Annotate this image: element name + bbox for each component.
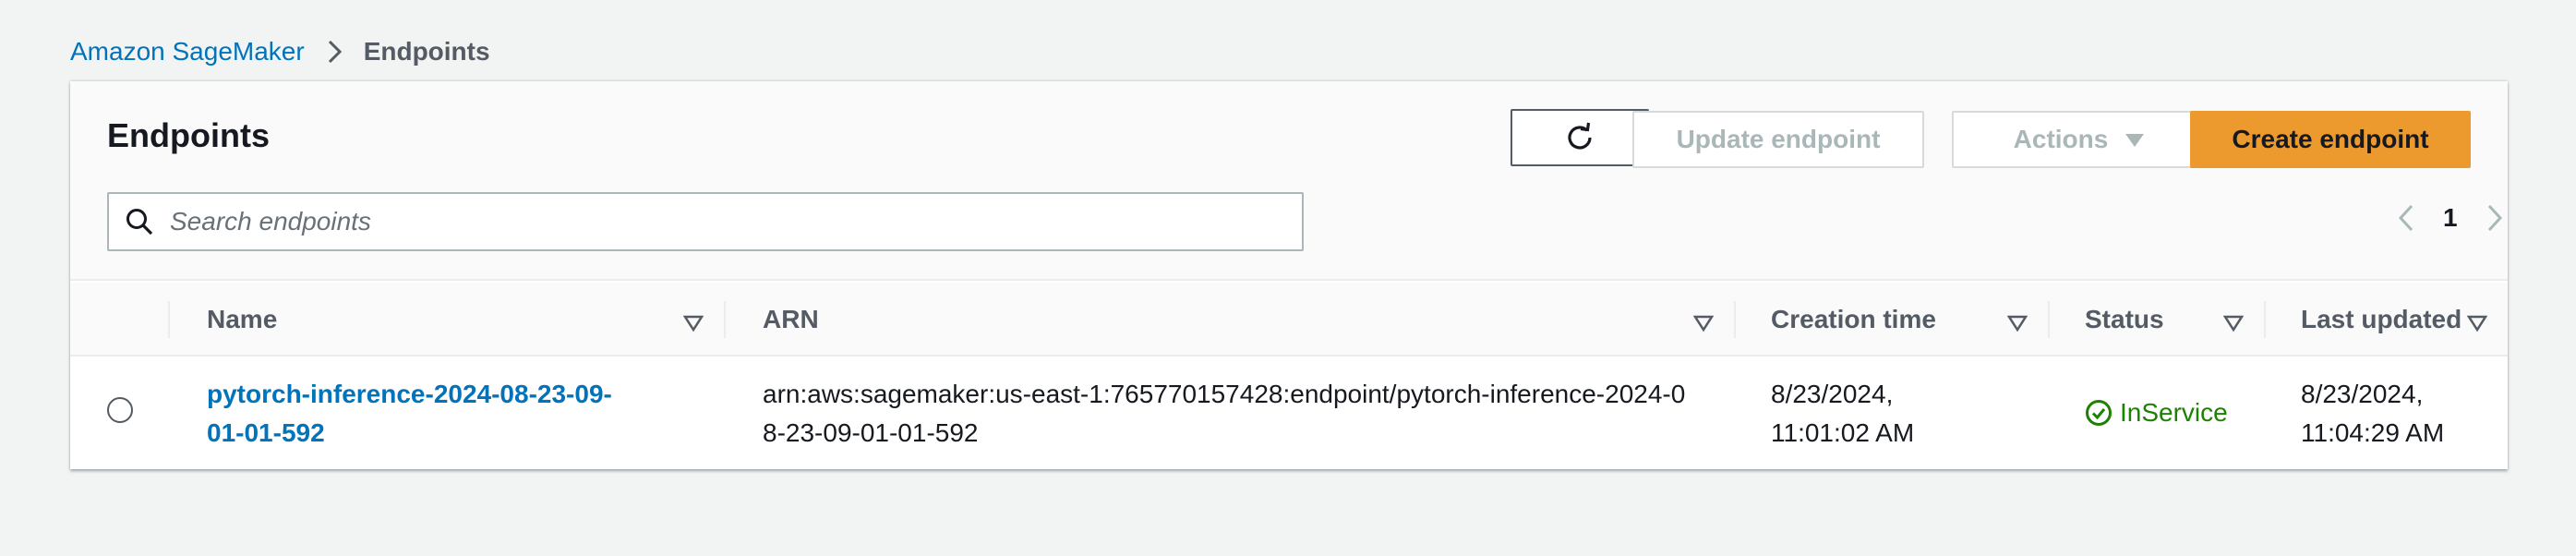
check-circle-icon	[2085, 399, 2113, 427]
table-row[interactable]: pytorch-inference-2024-08-23-09-01-01-59…	[70, 358, 2508, 469]
panel-header: Endpoints Update endpoint Actions Create…	[70, 81, 2508, 281]
column-header-name[interactable]: Name	[207, 283, 724, 357]
column-header-arn[interactable]: ARN	[692, 283, 1734, 357]
search-field[interactable]	[107, 192, 1304, 251]
breadcrumb: Amazon SageMaker Endpoints	[70, 37, 490, 66]
refresh-button[interactable]	[1511, 109, 1649, 166]
column-label: Last updated	[2301, 305, 2462, 333]
sort-icon[interactable]	[2222, 308, 2245, 338]
actions-dropdown-button[interactable]: Actions	[1952, 111, 2207, 168]
status-text: InService	[2120, 398, 2228, 427]
update-endpoint-button[interactable]: Update endpoint	[1632, 111, 1924, 168]
sort-icon[interactable]	[2466, 308, 2488, 338]
table-header: Name ARN Creation time Status Last updat…	[70, 283, 2508, 357]
chevron-right-icon	[327, 39, 343, 65]
breadcrumb-sagemaker-link[interactable]: Amazon SageMaker	[70, 37, 305, 66]
row-select-radio[interactable]	[107, 397, 133, 423]
previous-page-icon[interactable]	[2397, 203, 2415, 233]
status-badge: InService	[2085, 393, 2228, 432]
column-header-creation-time[interactable]: Creation time	[1734, 283, 2048, 357]
current-page-number[interactable]: 1	[2443, 203, 2458, 233]
column-divider	[168, 301, 170, 338]
page-title: Endpoints	[107, 116, 270, 154]
search-icon	[109, 207, 170, 236]
column-header-status[interactable]: Status	[2048, 283, 2264, 357]
last-updated: 8/23/2024, 11:04:29 AM	[2301, 380, 2445, 447]
column-header-last-updated[interactable]: Last updated	[2264, 283, 2508, 357]
endpoint-arn: arn:aws:sagemaker:us-east-1:765770157428…	[763, 380, 1686, 447]
caret-down-icon	[2125, 125, 2145, 154]
column-label: Creation time	[1771, 305, 1936, 333]
pagination: 1	[2397, 203, 2504, 233]
endpoint-name-cell: pytorch-inference-2024-08-23-09-01-01-59…	[207, 375, 641, 453]
create-endpoint-button[interactable]: Create endpoint	[2190, 111, 2471, 168]
column-label: ARN	[763, 305, 819, 333]
breadcrumb-current: Endpoints	[363, 37, 490, 66]
creation-time: 8/23/2024, 11:01:02 AM	[1771, 380, 1915, 447]
endpoint-name-link[interactable]: pytorch-inference-2024-08-23-09-01-01-59…	[207, 375, 641, 453]
next-page-icon[interactable]	[2486, 203, 2504, 233]
sort-icon[interactable]	[2006, 308, 2028, 338]
actions-label: Actions	[2013, 125, 2109, 153]
search-input[interactable]	[170, 207, 1278, 236]
endpoints-panel: Endpoints Update endpoint Actions Create…	[70, 81, 2508, 469]
column-label: Name	[207, 305, 278, 333]
refresh-icon	[1562, 120, 1597, 155]
column-label: Status	[2085, 305, 2164, 333]
sort-icon[interactable]	[1692, 308, 1715, 338]
